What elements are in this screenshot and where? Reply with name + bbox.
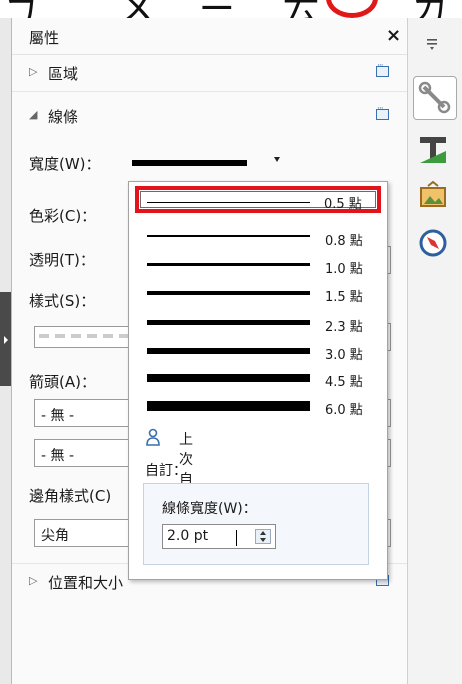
top-glyph: ㄅ [2,0,40,20]
section-region[interactable]: ▷ 區域 [12,55,408,92]
top-glyph: ㄊ [282,0,320,20]
width-option-selected[interactable]: 0.5 點 [140,191,376,212]
width-sample [147,348,310,354]
more-options-icon[interactable] [376,61,389,77]
width-option[interactable]: 4.5 點 [129,368,387,391]
custom-width-value: 2.0 pt [167,528,209,544]
width-option[interactable]: 6.0 點 [129,396,387,419]
custom-width-group: 線條寬度(W)： 2.0 pt [143,483,369,565]
width-option[interactable]: 3.0 點 [129,341,387,364]
top-strip: ㄅ ㄨ ㄧ ㄊ ㄌ [0,0,462,20]
width-option-label: 0.8 點 [325,234,363,249]
properties-icon[interactable] [413,76,457,120]
expand-icon: ▷ [29,65,38,78]
collapse-icon: ◢ [29,108,38,121]
section-label: 線條 [48,108,79,126]
top-glyph: ㄧ [198,0,236,20]
navigator-icon[interactable] [416,226,450,260]
menu-icon[interactable] [425,37,441,51]
width-option-label: 0.5 點 [324,197,362,212]
panel-header: 屬性 × [12,18,408,55]
top-glyph: ㄌ [410,0,448,20]
arrowhead-label: 箭頭(A)： [29,373,96,391]
width-option[interactable]: 0.8 點 [129,227,387,250]
width-option-label: 1.5 點 [325,290,363,305]
arrow-end-select[interactable]: - 無 - [34,439,130,467]
color-label: 色彩(C)： [29,207,97,225]
width-sample [147,291,310,295]
corner-style-select[interactable]: 尖角 [34,519,130,547]
custom-width-label: 線條寬度(W)： [162,501,257,517]
collapse-handle[interactable] [0,292,11,386]
width-sample [147,320,310,325]
style-label: 樣式(S)： [29,292,96,310]
section-line[interactable]: ◢ 線條 [12,98,408,134]
annotation-circle [326,0,378,18]
line-width-dropdown: 0.5 點 0.8 點 1.0 點 1.5 點 2.3 點 3.0 點 4.5 … [128,181,388,580]
width-sample [147,374,310,382]
width-option-label: 4.5 點 [325,375,363,390]
styles-icon[interactable] [416,133,450,167]
width-sample [147,235,310,237]
width-option-label: 1.0 點 [325,262,363,277]
section-label: 位置和大小 [48,574,124,592]
line-width-preview[interactable] [132,160,247,166]
width-option[interactable]: 1.5 點 [129,283,387,306]
expand-icon: ▷ [29,574,38,587]
width-sample [147,202,310,203]
sidebar-deck [407,18,462,684]
spin-button[interactable] [255,529,271,544]
corner-style-label: 邊角樣式(C) [29,487,112,505]
chevron-down-icon[interactable] [274,157,280,162]
gallery-icon[interactable] [416,180,450,214]
custom-header: 自訂： [145,463,187,479]
width-option-label: 2.3 點 [325,320,363,335]
wrench-icon [418,81,451,114]
width-option[interactable]: 1.0 點 [129,255,387,278]
top-glyph: ㄨ [118,0,156,20]
width-sample [147,263,310,266]
width-sample [147,401,310,411]
section-label: 區域 [48,65,79,83]
close-icon[interactable]: × [386,25,401,46]
selected-width-highlight: 0.5 點 [135,186,381,213]
width-option-label: 3.0 點 [325,348,363,363]
arrow-start-select[interactable]: - 無 - [34,399,130,427]
more-options-icon[interactable] [376,104,389,120]
user-icon [146,428,160,446]
width-option[interactable]: 2.3 點 [129,313,387,336]
width-option-label: 6.0 點 [325,403,363,418]
transparency-label: 透明(T)： [29,251,95,269]
custom-width-input[interactable]: 2.0 pt [162,524,276,549]
panel-title: 屬性 [29,29,60,47]
text-caret [236,530,237,546]
width-label: 寬度(W)： [29,155,101,173]
